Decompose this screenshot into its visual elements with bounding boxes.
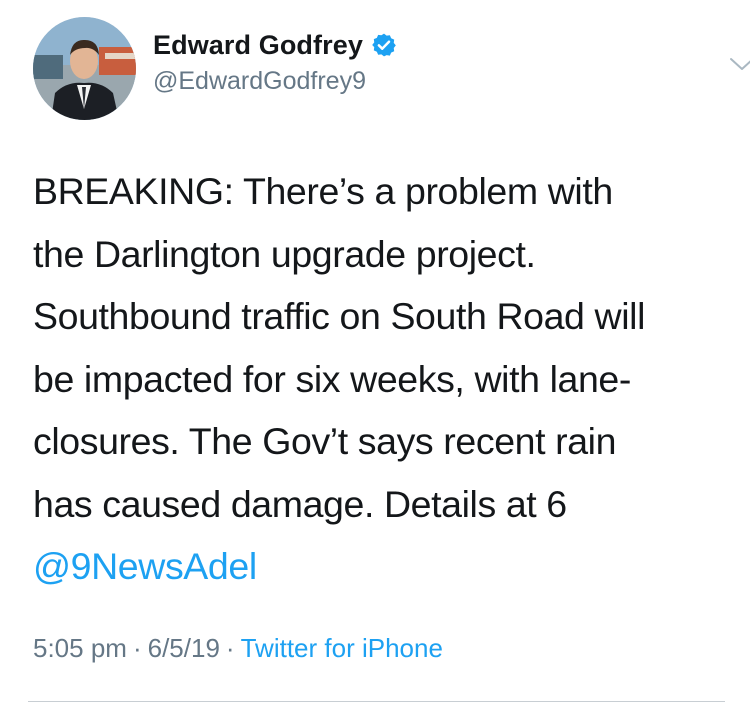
author-info[interactable]: Edward Godfrey @EdwardGodfrey9 xyxy=(153,25,397,96)
tweet-line: BREAKING: There’s a problem with xyxy=(33,170,613,212)
timestamp-time[interactable]: 5:05 pm xyxy=(33,633,127,663)
display-name[interactable]: Edward Godfrey xyxy=(153,30,363,61)
chevron-down-icon[interactable] xyxy=(728,53,750,75)
source-link[interactable]: Twitter for iPhone xyxy=(241,633,443,663)
tweet-line: closures. The Gov’t says recent rain xyxy=(33,420,617,462)
meta-separator: · xyxy=(225,633,235,663)
tweet-line: Southbound traffic on South Road will xyxy=(33,295,646,337)
tweet-header: Edward Godfrey @EdwardGodfrey9 xyxy=(33,17,750,121)
timestamp-date[interactable]: 6/5/19 xyxy=(148,633,220,663)
tweet-line: be impacted for six weeks, with lane- xyxy=(33,357,631,400)
mention-link[interactable]: @9NewsAdel xyxy=(33,535,733,598)
tweet-meta: 5:05 pm · 6/5/19 · Twitter for iPhone xyxy=(33,633,443,664)
avatar[interactable] xyxy=(33,17,136,120)
avatar-photo xyxy=(33,17,136,120)
meta-separator: · xyxy=(132,633,142,663)
display-name-row: Edward Godfrey xyxy=(153,25,397,65)
verified-badge-icon xyxy=(371,32,397,58)
handle[interactable]: @EdwardGodfrey9 xyxy=(153,67,397,96)
tweet-body: BREAKING: There’s a problem with the Dar… xyxy=(33,160,733,598)
tweet-line: the Darlington upgrade project. xyxy=(33,232,536,275)
divider xyxy=(28,701,725,702)
tweet-line: has caused damage. Details at 6 xyxy=(33,482,567,525)
